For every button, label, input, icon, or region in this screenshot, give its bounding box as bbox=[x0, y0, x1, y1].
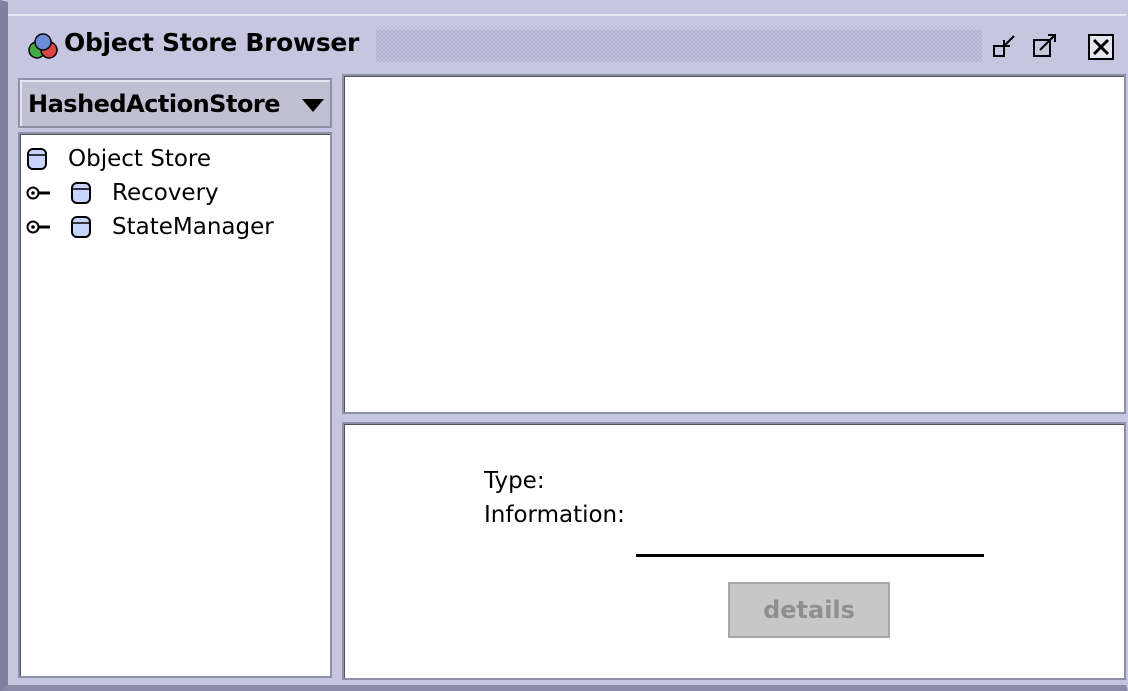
details-button[interactable]: details bbox=[728, 582, 890, 638]
database-icon bbox=[71, 216, 91, 238]
close-button[interactable] bbox=[1086, 32, 1116, 62]
store-tree-panel: HashedActionStore Object Store Recovery bbox=[14, 74, 336, 680]
tree-node-label: StateManager bbox=[112, 214, 274, 240]
tree-node-statemanager[interactable]: StateManager bbox=[26, 210, 326, 244]
tree-expand-handle-icon[interactable] bbox=[26, 184, 52, 202]
store-type-selected: HashedActionStore bbox=[28, 90, 281, 118]
title-bar[interactable]: Object Store Browser bbox=[8, 14, 1126, 72]
information-separator bbox=[636, 554, 984, 557]
store-type-dropdown[interactable]: HashedActionStore bbox=[18, 78, 332, 128]
maximize-button[interactable] bbox=[1030, 32, 1060, 62]
object-info-panel: Type: Information: details bbox=[342, 422, 1126, 680]
split-pane-divider[interactable] bbox=[342, 414, 1126, 422]
tree-node-label: Object Store bbox=[68, 146, 212, 172]
tree-node-recovery[interactable]: Recovery bbox=[26, 176, 326, 210]
object-store-app-icon bbox=[26, 32, 60, 62]
window-title: Object Store Browser bbox=[64, 28, 360, 57]
iconify-button[interactable] bbox=[990, 32, 1020, 62]
database-icon bbox=[27, 148, 47, 170]
title-bar-texture bbox=[376, 30, 982, 62]
chevron-down-icon[interactable] bbox=[302, 99, 324, 112]
database-icon bbox=[71, 182, 91, 204]
information-label: Information: bbox=[484, 502, 625, 528]
tree-node-object-store[interactable]: Object Store bbox=[26, 142, 326, 176]
object-list-panel[interactable] bbox=[342, 74, 1126, 414]
object-store-tree[interactable]: Object Store Recovery StateManager bbox=[18, 132, 332, 678]
type-label: Type: bbox=[484, 468, 545, 494]
close-icon bbox=[1088, 34, 1114, 60]
maximize-icon bbox=[1033, 34, 1056, 57]
tree-node-label: Recovery bbox=[112, 180, 219, 206]
iconify-icon bbox=[993, 35, 1015, 57]
tree-expand-handle-icon[interactable] bbox=[26, 218, 52, 236]
